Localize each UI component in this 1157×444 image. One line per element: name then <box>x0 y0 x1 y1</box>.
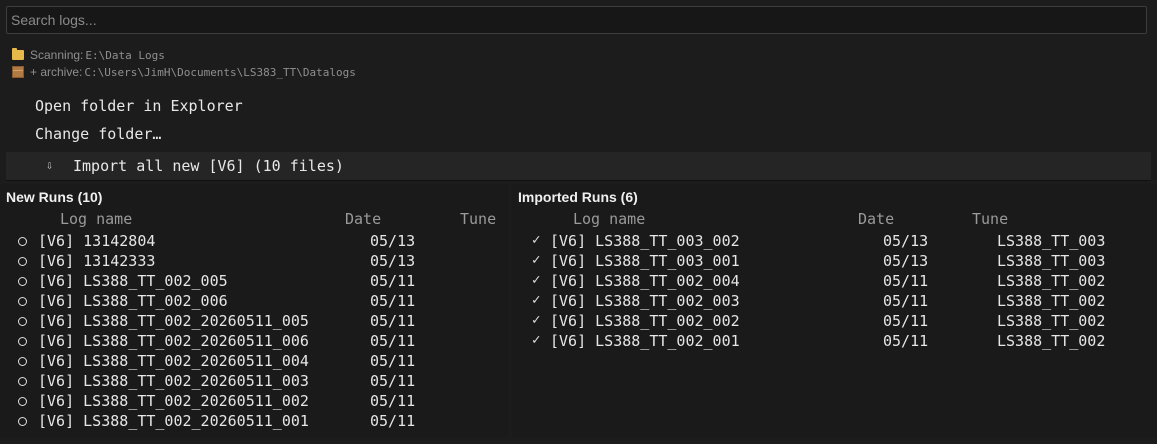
new-run-date: 05/11 <box>370 332 416 350</box>
imported-runs-tune-header[interactable]: Tune <box>972 210 1008 228</box>
circle-icon <box>18 397 27 406</box>
new-run-name: [V6] LS388_TT_002_20260511_002 <box>38 392 309 410</box>
imported-run-date: 05/11 <box>883 332 929 350</box>
search-input[interactable] <box>6 6 1147 34</box>
imported-run-name: [V6] LS388_TT_002_003 <box>550 292 740 310</box>
new-run-row[interactable]: [V6] LS388_TT_002_005 05/11 <box>0 272 508 292</box>
folder-icon <box>12 48 24 60</box>
change-folder-button[interactable]: Change folder… <box>35 125 161 143</box>
circle-icon <box>18 357 27 366</box>
check-icon: ✓ <box>532 272 541 288</box>
imported-run-date: 05/11 <box>883 272 929 290</box>
new-run-name: [V6] LS388_TT_002_006 <box>38 292 228 310</box>
new-run-name: [V6] LS388_TT_002_20260511_003 <box>38 372 309 390</box>
new-run-name: [V6] LS388_TT_002_20260511_005 <box>38 312 309 330</box>
circle-icon <box>18 377 27 386</box>
imported-run-date: 05/13 <box>883 232 929 250</box>
new-run-name: [V6] LS388_TT_002_005 <box>38 272 228 290</box>
open-folder-button[interactable]: Open folder in Explorer <box>35 97 243 115</box>
new-runs-title: New Runs (10) <box>6 189 103 205</box>
imported-run-tune: LS388_TT_002 <box>997 312 1106 330</box>
new-run-name: [V6] 13142333 <box>38 252 156 270</box>
imported-runs-date-header[interactable]: Date <box>858 210 894 228</box>
circle-icon <box>18 297 27 306</box>
imported-run-row[interactable]: ✓ [V6] LS388_TT_003_002 05/13 LS388_TT_003 <box>512 232 1157 252</box>
circle-icon <box>18 317 27 326</box>
circle-icon <box>18 337 27 346</box>
new-run-date: 05/13 <box>370 252 416 270</box>
new-run-row[interactable]: [V6] LS388_TT_002_20260511_001 05/11 <box>0 412 508 432</box>
new-run-row[interactable]: [V6] 13142804 05/13 <box>0 232 508 252</box>
archive-line: + archive: C:\Users\JimH\Documents\LS383… <box>12 65 356 79</box>
scanning-label: Scanning: <box>30 48 84 62</box>
archive-label: + archive: <box>30 65 83 79</box>
check-icon: ✓ <box>532 252 541 268</box>
new-run-row[interactable]: [V6] LS388_TT_002_20260511_002 05/11 <box>0 392 508 412</box>
import-arrow-icon: ⇩ <box>46 158 54 172</box>
import-all-label: Import all new [V6] (10 files) <box>73 157 344 175</box>
imported-run-tune: LS388_TT_003 <box>997 252 1106 270</box>
imported-run-name: [V6] LS388_TT_003_002 <box>550 232 740 250</box>
imported-run-tune: LS388_TT_002 <box>997 332 1106 350</box>
imported-runs-panel: Imported Runs (6) Log name Date Tune ✓ [V… <box>512 184 1157 438</box>
new-run-date: 05/13 <box>370 232 416 250</box>
new-run-date: 05/11 <box>370 372 416 390</box>
circle-icon <box>18 417 27 426</box>
imported-run-row[interactable]: ✓ [V6] LS388_TT_002_001 05/11 LS388_TT_002 <box>512 332 1157 352</box>
new-run-row[interactable]: [V6] LS388_TT_002_20260511_004 05/11 <box>0 352 508 372</box>
imported-run-date: 05/13 <box>883 252 929 270</box>
circle-icon <box>18 237 27 246</box>
new-run-row[interactable]: [V6] LS388_TT_002_20260511_003 05/11 <box>0 372 508 392</box>
imported-run-name: [V6] LS388_TT_003_001 <box>550 252 740 270</box>
new-runs-panel: New Runs (10) Log name Date Tune [V6] 13… <box>0 184 508 438</box>
imported-run-name: [V6] LS388_TT_002_001 <box>550 332 740 350</box>
imported-runs-title: Imported Runs (6) <box>518 189 638 205</box>
check-icon: ✓ <box>532 312 541 328</box>
package-icon <box>12 66 24 78</box>
new-runs-log-name-header[interactable]: Log name <box>60 210 132 228</box>
imported-run-tune: LS388_TT_002 <box>997 292 1106 310</box>
imported-run-date: 05/11 <box>883 312 929 330</box>
imported-run-name: [V6] LS388_TT_002_002 <box>550 312 740 330</box>
new-run-date: 05/11 <box>370 352 416 370</box>
new-run-name: [V6] LS388_TT_002_20260511_004 <box>38 352 309 370</box>
check-icon: ✓ <box>532 292 541 308</box>
new-runs-tune-header[interactable]: Tune <box>460 210 496 228</box>
imported-run-row[interactable]: ✓ [V6] LS388_TT_002_004 05/11 LS388_TT_002 <box>512 272 1157 292</box>
new-run-row[interactable]: [V6] 13142333 05/13 <box>0 252 508 272</box>
circle-icon <box>18 257 27 266</box>
imported-run-name: [V6] LS388_TT_002_004 <box>550 272 740 290</box>
imported-run-row[interactable]: ✓ [V6] LS388_TT_003_001 05/13 LS388_TT_003 <box>512 252 1157 272</box>
imported-run-row[interactable]: ✓ [V6] LS388_TT_002_003 05/11 LS388_TT_002 <box>512 292 1157 312</box>
new-run-date: 05/11 <box>370 392 416 410</box>
new-run-name: [V6] 13142804 <box>38 232 156 250</box>
new-run-date: 05/11 <box>370 272 416 290</box>
new-run-name: [V6] LS388_TT_002_20260511_006 <box>38 332 309 350</box>
new-run-name: [V6] LS388_TT_002_20260511_001 <box>38 412 309 430</box>
scanning-line: Scanning: E:\Data Logs <box>12 48 165 62</box>
archive-path: C:\Users\JimH\Documents\LS383_TT\Datalog… <box>84 65 356 79</box>
new-run-row[interactable]: [V6] LS388_TT_002_20260511_006 05/11 <box>0 332 508 352</box>
new-run-date: 05/11 <box>370 412 416 430</box>
new-runs-date-header[interactable]: Date <box>345 210 381 228</box>
check-icon: ✓ <box>532 232 541 248</box>
imported-run-date: 05/11 <box>883 292 929 310</box>
circle-icon <box>18 277 27 286</box>
new-run-date: 05/11 <box>370 312 416 330</box>
scanning-path: E:\Data Logs <box>85 48 165 62</box>
imported-run-tune: LS388_TT_002 <box>997 272 1106 290</box>
check-icon: ✓ <box>532 332 541 348</box>
new-run-date: 05/11 <box>370 292 416 310</box>
imported-run-tune: LS388_TT_003 <box>997 232 1106 250</box>
new-run-row[interactable]: [V6] LS388_TT_002_20260511_005 05/11 <box>0 312 508 332</box>
import-all-button[interactable]: ⇩ Import all new [V6] (10 files) <box>6 152 1151 181</box>
imported-run-row[interactable]: ✓ [V6] LS388_TT_002_002 05/11 LS388_TT_002 <box>512 312 1157 332</box>
new-run-row[interactable]: [V6] LS388_TT_002_006 05/11 <box>0 292 508 312</box>
imported-runs-log-name-header[interactable]: Log name <box>573 210 645 228</box>
